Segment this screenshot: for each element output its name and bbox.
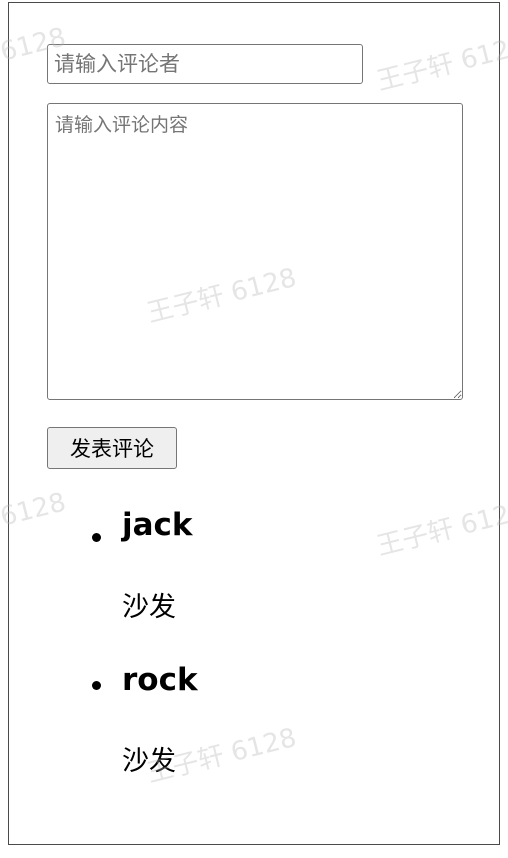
post-comment-button[interactable]: 发表评论: [47, 427, 177, 469]
author-input[interactable]: [47, 44, 363, 84]
comment-content: 沙发: [122, 746, 176, 777]
comment-content: 沙发: [122, 592, 176, 623]
comment-author: rock: [122, 662, 198, 698]
bullet-icon: [92, 681, 101, 690]
bullet-icon: [92, 533, 101, 542]
comment-content-textarea[interactable]: [47, 103, 463, 400]
comment-author: jack: [122, 507, 193, 543]
